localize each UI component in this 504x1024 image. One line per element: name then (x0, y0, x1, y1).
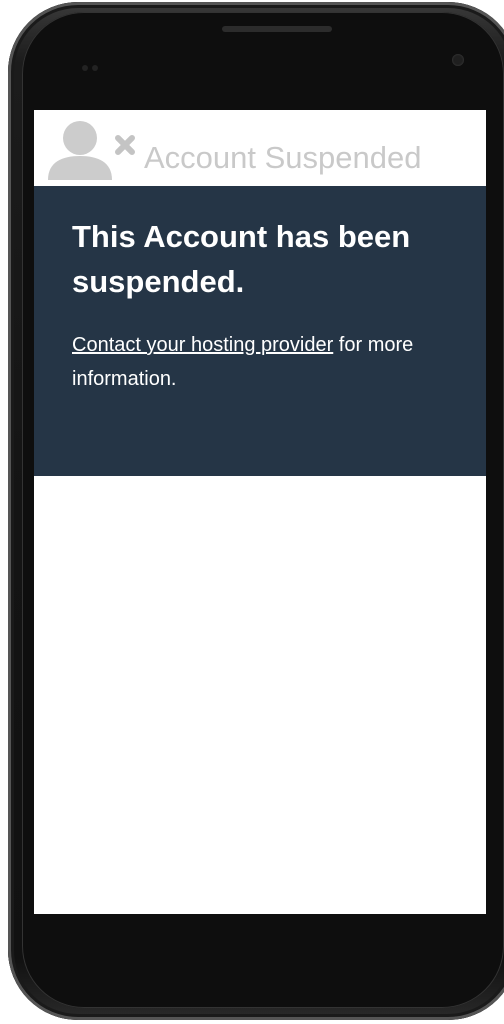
phone-screen: Account Suspended This Account has been … (34, 110, 486, 914)
page-title: Account Suspended (144, 140, 422, 175)
user-x-icon (48, 121, 135, 180)
front-sensors (82, 58, 110, 71)
suspension-panel: This Account has been suspended. Contact… (34, 186, 486, 476)
suspension-message: Contact your hosting provider for more i… (72, 328, 452, 396)
page-header: Account Suspended (34, 110, 486, 186)
speaker-grille (222, 26, 332, 32)
suspension-heading: This Account has been suspended. (72, 219, 411, 299)
contact-hosting-provider-link[interactable]: Contact your hosting provider (72, 334, 333, 356)
front-camera (452, 54, 464, 66)
empty-content-area (34, 476, 486, 914)
